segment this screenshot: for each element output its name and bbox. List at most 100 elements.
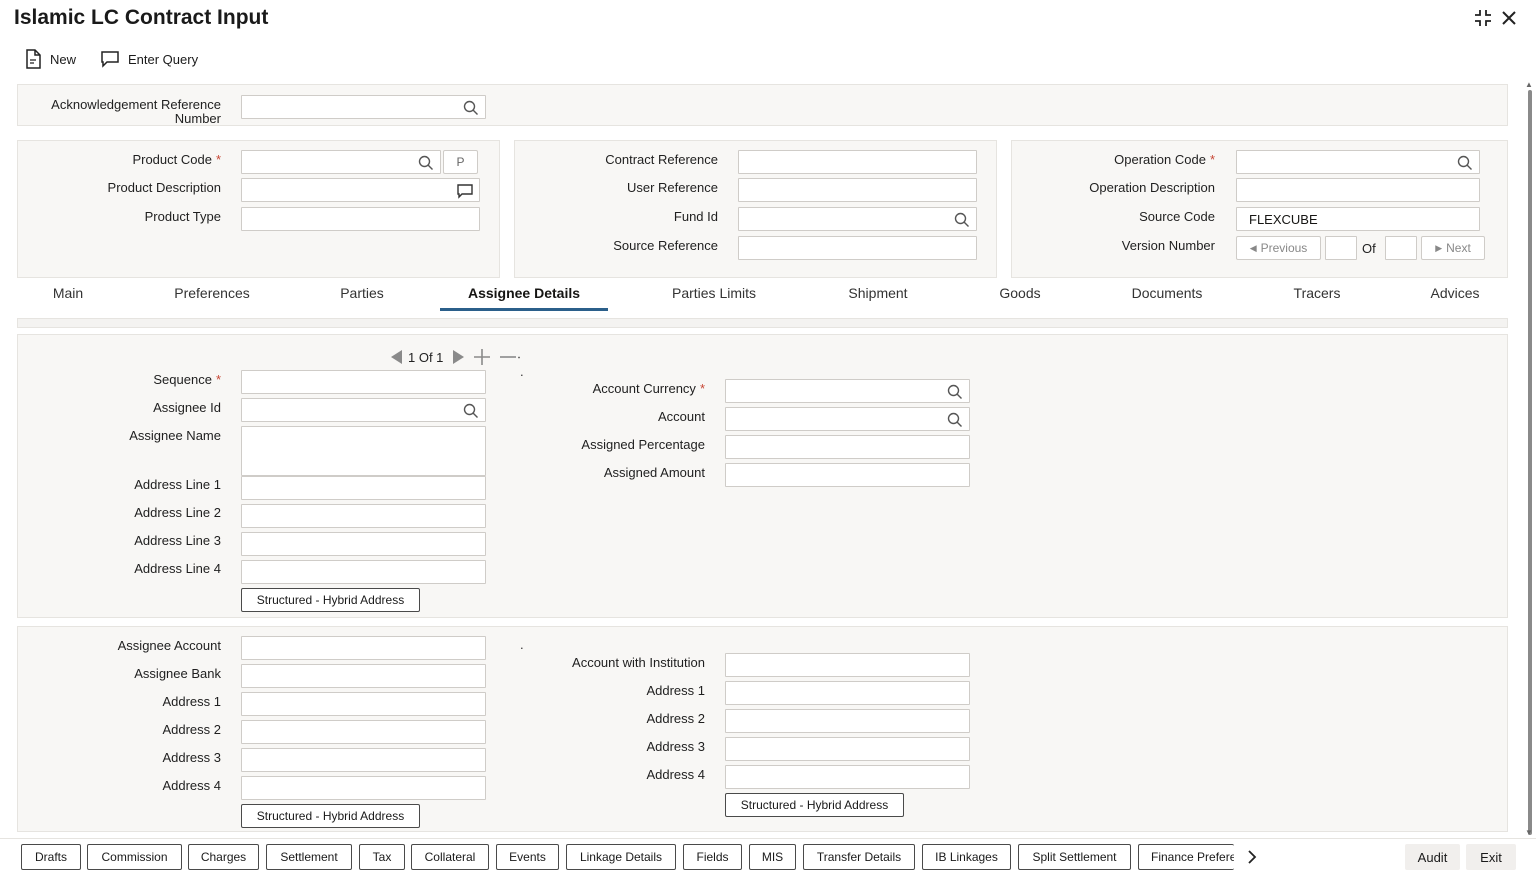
- institution-address-2-input[interactable]: [725, 709, 970, 733]
- delete-row-icon[interactable]: [498, 348, 520, 371]
- account-currency-input[interactable]: [725, 379, 970, 403]
- tab-goods[interactable]: Goods: [988, 285, 1052, 301]
- tab-shipment[interactable]: Shipment: [832, 285, 924, 301]
- comment-icon: [457, 184, 473, 199]
- assignee-account-input[interactable]: [241, 636, 486, 660]
- next-button[interactable]: ▶ Next: [1421, 236, 1485, 260]
- tab-main[interactable]: Main: [40, 285, 96, 301]
- tab-preferences[interactable]: Preferences: [160, 285, 264, 301]
- fund-id-label: Fund Id: [673, 209, 718, 224]
- contract-reference-input[interactable]: [738, 150, 977, 174]
- ack-ref-input[interactable]: [241, 95, 486, 119]
- tab-documents[interactable]: Documents: [1118, 285, 1216, 301]
- active-tab-indicator: [440, 308, 608, 311]
- version-total-input[interactable]: [1385, 236, 1417, 260]
- source-code-value: FLEXCUBE: [1249, 212, 1318, 227]
- version-current-input[interactable]: [1325, 236, 1357, 260]
- audit-button[interactable]: Audit: [1405, 844, 1460, 870]
- enter-query-button[interactable]: Enter Query: [100, 48, 198, 70]
- product-code-input[interactable]: [241, 150, 441, 174]
- new-button-label: New: [50, 51, 77, 67]
- scroll-up-icon[interactable]: ▲: [1525, 80, 1533, 89]
- account-with-institution-input[interactable]: [725, 653, 970, 677]
- sequence-input[interactable]: [241, 370, 486, 394]
- assignee-id-input[interactable]: [241, 398, 486, 422]
- footer-tax-button[interactable]: Tax: [359, 844, 405, 870]
- operation-code-input[interactable]: [1236, 150, 1480, 174]
- assignee-name-textarea[interactable]: [241, 426, 486, 476]
- new-button[interactable]: New: [24, 48, 76, 70]
- pager-prev-icon[interactable]: [388, 348, 406, 371]
- source-code-input[interactable]: FLEXCUBE: [1236, 207, 1480, 231]
- institution-address-1-label: Address 1: [646, 683, 705, 698]
- bank-address-4-input[interactable]: [241, 776, 486, 800]
- version-of-label: Of: [1362, 241, 1376, 256]
- sequence-label-text: Sequence: [153, 372, 212, 387]
- next-label: Next: [1446, 241, 1471, 255]
- tab-parties-limits[interactable]: Parties Limits: [655, 285, 773, 301]
- address-line-3-input[interactable]: [241, 532, 486, 556]
- footer-collateral-button[interactable]: Collateral: [411, 844, 489, 870]
- address-line-1-input[interactable]: [241, 476, 486, 500]
- footer-events-button[interactable]: Events: [496, 844, 559, 870]
- footer-linkage-details-button[interactable]: Linkage Details: [566, 844, 676, 870]
- close-icon[interactable]: [1498, 8, 1520, 30]
- tab-tracers[interactable]: Tracers: [1282, 285, 1352, 301]
- footer-mis-button[interactable]: MIS: [749, 844, 796, 870]
- operation-code-label-text: Operation Code: [1114, 152, 1206, 167]
- address-line-3-label: Address Line 3: [134, 533, 221, 548]
- footer-split-settlement-button[interactable]: Split Settlement: [1018, 844, 1131, 870]
- address-line-2-input[interactable]: [241, 504, 486, 528]
- institution-address-4-input[interactable]: [725, 765, 970, 789]
- institution-hybrid-address-button[interactable]: Structured - Hybrid Address: [725, 793, 904, 817]
- add-row-icon[interactable]: [473, 348, 491, 371]
- institution-address-2-label: Address 2: [646, 711, 705, 726]
- institution-address-1-input[interactable]: [725, 681, 970, 705]
- assigned-amount-input[interactable]: [725, 463, 970, 487]
- address-line-4-input[interactable]: [241, 560, 486, 584]
- source-reference-input[interactable]: [738, 236, 977, 260]
- product-type-input[interactable]: [241, 207, 480, 231]
- tab-advices[interactable]: Advices: [1420, 285, 1490, 301]
- institution-address-3-label: Address 3: [646, 739, 705, 754]
- bank-address-3-input[interactable]: [241, 748, 486, 772]
- product-description-input[interactable]: [241, 178, 480, 202]
- assignee-name-label: Assignee Name: [129, 428, 221, 443]
- account-currency-label: Account Currency *: [592, 381, 705, 396]
- operation-description-input[interactable]: [1236, 178, 1480, 202]
- minimize-icon[interactable]: [1472, 8, 1494, 30]
- fund-id-input[interactable]: [738, 207, 977, 231]
- search-icon: [418, 155, 433, 170]
- assignee-hybrid-address-button[interactable]: Structured - Hybrid Address: [241, 588, 420, 612]
- tab-parties[interactable]: Parties: [330, 285, 394, 301]
- exit-button[interactable]: Exit: [1466, 844, 1516, 870]
- scroll-down-icon[interactable]: ▼: [1525, 828, 1533, 837]
- previous-button[interactable]: ◀ Previous: [1236, 236, 1321, 260]
- bank-address-2-input[interactable]: [241, 720, 486, 744]
- tab-assignee-details[interactable]: Assignee Details: [440, 285, 608, 301]
- footer-transfer-details-button[interactable]: Transfer Details: [803, 844, 915, 870]
- footer-finance-preferences-button[interactable]: Finance Prefere: [1138, 844, 1234, 870]
- footer-drafts-button[interactable]: Drafts: [21, 844, 81, 870]
- assigned-percentage-input[interactable]: [725, 435, 970, 459]
- pager-next-icon[interactable]: [449, 348, 467, 371]
- user-reference-input[interactable]: [738, 178, 977, 202]
- scrollbar-thumb[interactable]: [1528, 90, 1532, 835]
- account-input[interactable]: [725, 407, 970, 431]
- footer-ib-linkages-button[interactable]: IB Linkages: [922, 844, 1011, 870]
- caret-right-icon: ▶: [1435, 242, 1443, 253]
- footer-charges-button[interactable]: Charges: [188, 844, 259, 870]
- enter-query-label: Enter Query: [128, 51, 199, 67]
- footer-commission-button[interactable]: Commission: [87, 844, 182, 870]
- footer-fields-button[interactable]: Fields: [683, 844, 742, 870]
- product-p-button[interactable]: P: [443, 150, 478, 174]
- bank-address-1-input[interactable]: [241, 692, 486, 716]
- institution-address-3-input[interactable]: [725, 737, 970, 761]
- assignee-account-label: Assignee Account: [117, 638, 221, 653]
- address-line-4-label: Address Line 4: [134, 561, 221, 576]
- footer-scroll-right-icon[interactable]: [1245, 848, 1259, 871]
- bank-hybrid-address-button[interactable]: Structured - Hybrid Address: [241, 804, 420, 828]
- footer-settlement-button[interactable]: Settlement: [266, 844, 352, 870]
- assignee-bank-input[interactable]: [241, 664, 486, 688]
- assignee-bank-label: Assignee Bank: [134, 666, 221, 681]
